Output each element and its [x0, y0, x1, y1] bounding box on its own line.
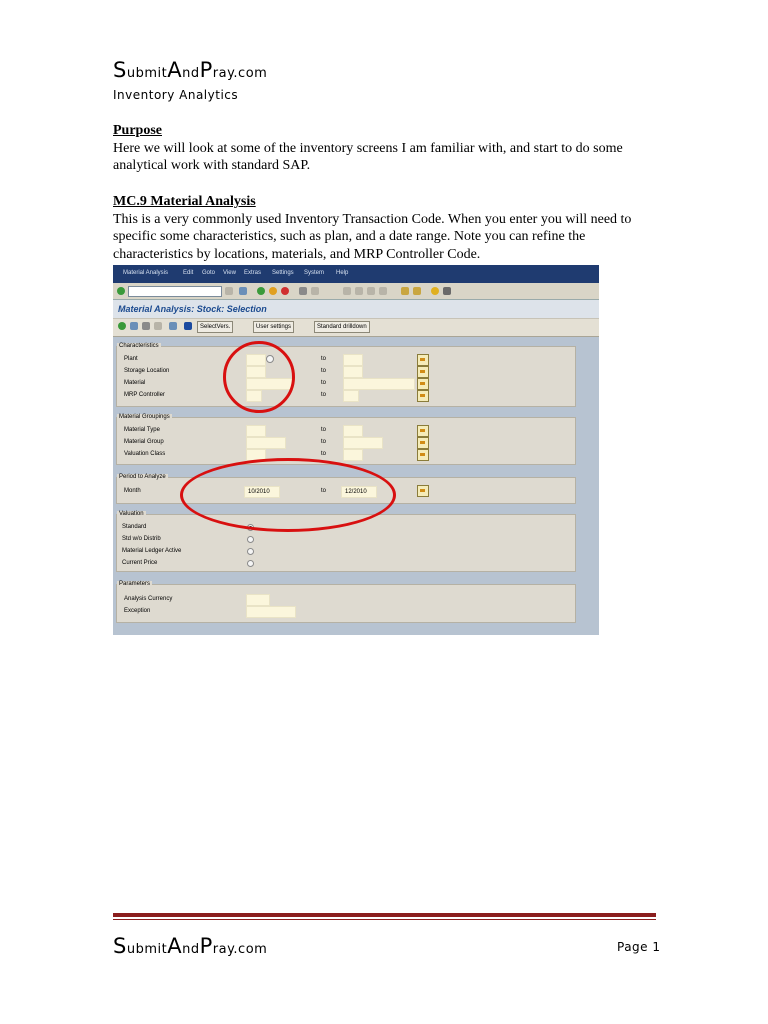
parameters-group: [116, 584, 576, 623]
plant-label: Plant: [124, 356, 138, 362]
new-session-icon[interactable]: [401, 287, 409, 295]
material-ledger-active-label: Material Ledger Active: [122, 548, 182, 554]
material-type-to-input[interactable]: [343, 425, 363, 437]
exit-icon[interactable]: [269, 287, 277, 295]
material-type-multiple-selection-button[interactable]: [417, 425, 429, 437]
menu-system[interactable]: System: [304, 270, 324, 276]
save-icon[interactable]: [239, 287, 247, 295]
material-label: Material: [124, 380, 146, 386]
footer-rule-thin: [113, 919, 656, 920]
valuation-class-to-input[interactable]: [343, 449, 363, 461]
page-number: Page 1: [617, 940, 661, 954]
get-variant-icon[interactable]: [142, 322, 150, 330]
month-multiple-selection-button[interactable]: [417, 485, 429, 497]
menu-edit[interactable]: Edit: [183, 270, 193, 276]
material-group-multiple-selection-button[interactable]: [417, 437, 429, 449]
purpose-text: Here we will look at some of the invento…: [113, 141, 623, 174]
material-to-label: to: [321, 380, 327, 386]
material-group-label: Material Group: [124, 439, 164, 445]
screen-title: Material Analysis: Stock: Selection: [118, 304, 267, 314]
material-type-to-label: to: [321, 427, 327, 433]
save-variant-icon[interactable]: [154, 322, 162, 330]
mc9-text: This is a very commonly used Inventory T…: [113, 212, 632, 262]
storage-location-label: Storage Location: [124, 368, 170, 374]
execute-icon[interactable]: [118, 322, 126, 330]
header-brand: SubmitAndPray.com: [113, 58, 268, 82]
material-group-from-input[interactable]: [246, 437, 286, 449]
plant-to-input[interactable]: [343, 354, 363, 366]
cancel-icon[interactable]: [281, 287, 289, 295]
std-wo-distrib-label: Std w/o Distrib: [122, 536, 161, 542]
enter-icon[interactable]: [117, 287, 125, 295]
material-multiple-selection-button[interactable]: [417, 378, 429, 390]
annotation-circle-period: [180, 458, 396, 532]
plant-to-label: to: [321, 356, 327, 362]
storage-location-to-input[interactable]: [343, 366, 363, 378]
mrp-controller-to-input[interactable]: [343, 390, 359, 402]
valuation-title: Valuation: [117, 511, 146, 517]
help-icon[interactable]: [431, 287, 439, 295]
std-wo-distrib-radio[interactable]: [247, 536, 254, 543]
mc9-heading: MC.9 Material Analysis: [113, 194, 256, 209]
menu-settings[interactable]: Settings: [272, 270, 294, 276]
period-title: Period to Analyze: [117, 474, 168, 480]
first-page-icon[interactable]: [343, 287, 351, 295]
material-groupings-title: Material Groupings: [117, 414, 172, 420]
purpose-heading: Purpose: [113, 123, 162, 138]
exception-input[interactable]: [246, 606, 296, 618]
dropdown-icon[interactable]: [225, 287, 233, 295]
current-price-radio[interactable]: [247, 560, 254, 567]
mrp-controller-to-label: to: [321, 392, 327, 398]
standard-drilldown-button[interactable]: Standard drilldown: [314, 321, 370, 333]
next-page-icon[interactable]: [367, 287, 375, 295]
header-subtitle: Inventory Analytics: [113, 88, 239, 102]
print-icon[interactable]: [299, 287, 307, 295]
characteristics-title: Characteristics: [117, 343, 161, 349]
valuation-class-label: Valuation Class: [124, 451, 166, 457]
exception-label: Exception: [124, 608, 151, 614]
command-field[interactable]: [128, 286, 222, 297]
info-icon[interactable]: [184, 322, 192, 330]
standard-label: Standard: [122, 524, 147, 530]
storage-location-to-label: to: [321, 368, 327, 374]
find-icon[interactable]: [311, 287, 319, 295]
current-price-label: Current Price: [122, 560, 158, 566]
mrp-controller-multiple-selection-button[interactable]: [417, 390, 429, 402]
mrp-controller-label: MRP Controller: [124, 392, 165, 398]
layout-menu-icon[interactable]: [443, 287, 451, 295]
material-type-label: Material Type: [124, 427, 160, 433]
menu-material-analysis[interactable]: Material Analysis: [123, 270, 168, 276]
prev-page-icon[interactable]: [355, 287, 363, 295]
month-label: Month: [124, 488, 141, 494]
plant-multiple-selection-button[interactable]: [417, 354, 429, 366]
shortcut-icon[interactable]: [413, 287, 421, 295]
sap-menu-bar: Material Analysis Edit Goto View Extras …: [113, 265, 599, 283]
footer-rule: [113, 913, 656, 917]
variant-icon[interactable]: [130, 322, 138, 330]
footer-brand: SubmitAndPray.com: [113, 934, 268, 958]
analysis-currency-input[interactable]: [246, 594, 270, 606]
user-settings-button[interactable]: User settings: [253, 321, 295, 333]
menu-help[interactable]: Help: [336, 270, 348, 276]
menu-extras[interactable]: Extras: [244, 270, 261, 276]
menu-view[interactable]: View: [223, 270, 236, 276]
storage-location-multiple-selection-button[interactable]: [417, 366, 429, 378]
sap-screenshot: Material Analysis Edit Goto View Extras …: [113, 265, 599, 635]
valuation-class-to-label: to: [321, 451, 327, 457]
material-to-input[interactable]: [343, 378, 415, 390]
list-icon[interactable]: [169, 322, 177, 330]
material-group-to-label: to: [321, 439, 327, 445]
annotation-circle-characteristics: [223, 341, 295, 413]
menu-goto[interactable]: Goto: [202, 270, 215, 276]
last-page-icon[interactable]: [379, 287, 387, 295]
material-group-to-input[interactable]: [343, 437, 383, 449]
valuation-class-multiple-selection-button[interactable]: [417, 449, 429, 461]
parameters-title: Parameters: [117, 581, 153, 587]
back-icon[interactable]: [257, 287, 265, 295]
material-type-from-input[interactable]: [246, 425, 266, 437]
select-versions-button[interactable]: SelectVers.: [197, 321, 234, 333]
analysis-currency-label: Analysis Currency: [124, 596, 173, 602]
material-ledger-active-radio[interactable]: [247, 548, 254, 555]
